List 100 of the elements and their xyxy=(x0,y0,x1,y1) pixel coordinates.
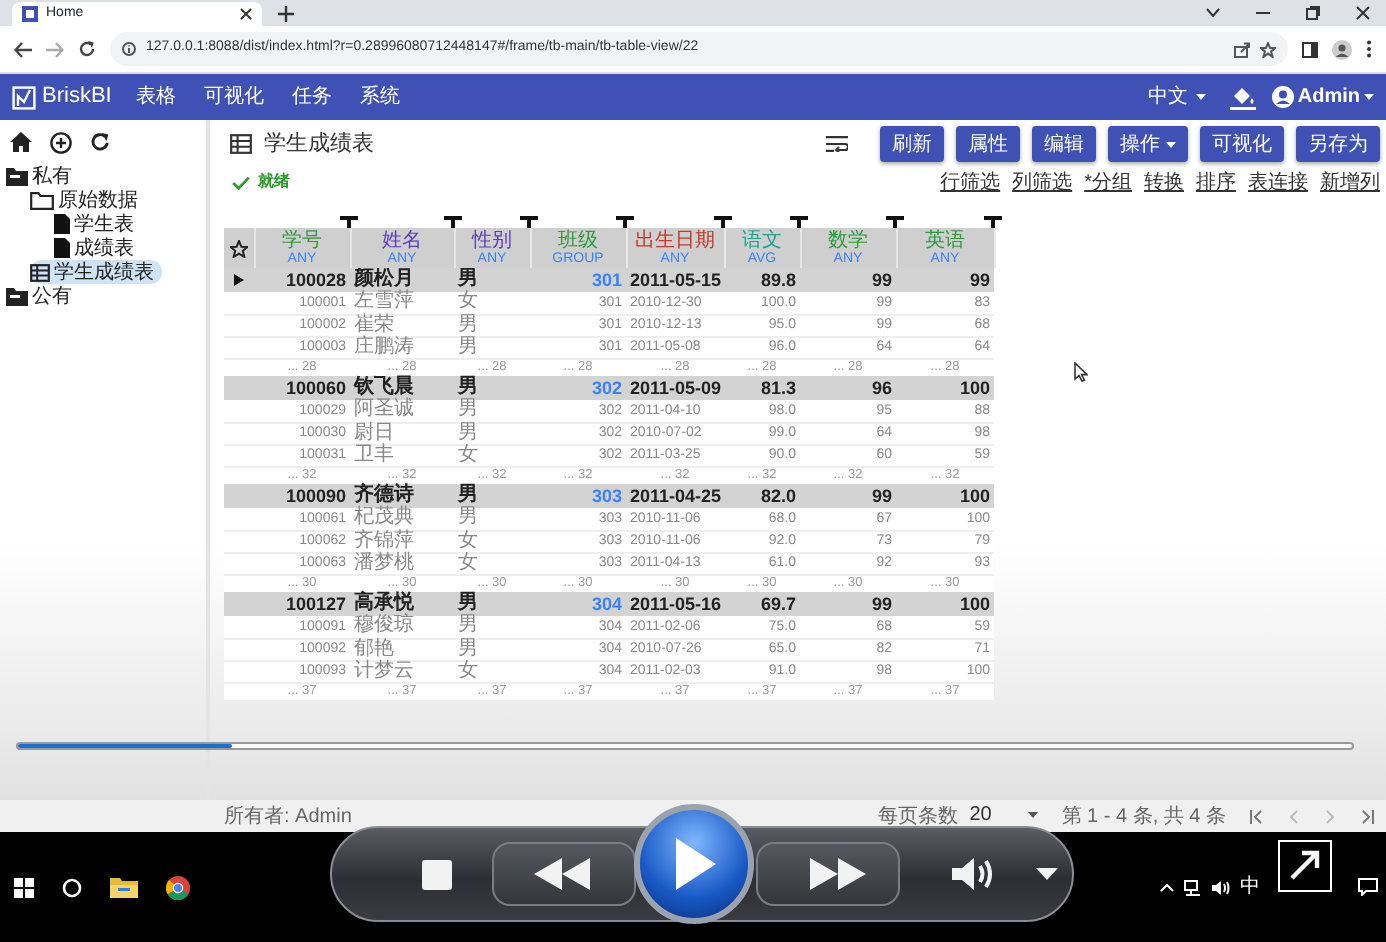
filter-icon[interactable] xyxy=(790,216,808,228)
info-icon xyxy=(122,42,136,56)
maximize-icon[interactable] xyxy=(1306,6,1320,20)
table-cell: 齐锦萍 xyxy=(350,530,454,552)
column-title: 英语 xyxy=(923,231,967,251)
reload-icon[interactable] xyxy=(78,40,96,58)
toolbar-link[interactable]: 列筛选 xyxy=(1012,167,1073,197)
share-icon[interactable] xyxy=(1234,41,1250,57)
folder-icon[interactable] xyxy=(110,876,138,898)
table-cell: 郁艳 xyxy=(350,638,454,660)
play-button[interactable] xyxy=(634,804,754,924)
volume-button[interactable] xyxy=(952,856,996,892)
toolbar-button[interactable]: 操作 xyxy=(1108,126,1188,162)
toolbar-button[interactable]: 另存为 xyxy=(1296,126,1380,162)
nav-link[interactable]: 系统 xyxy=(359,82,400,112)
toolbar-button[interactable]: 刷新 xyxy=(880,126,944,162)
rewind-button[interactable] xyxy=(492,842,636,906)
input-method-indicator[interactable]: 中 xyxy=(1240,872,1260,902)
windows-icon[interactable] xyxy=(14,877,34,897)
table-cell: 男 xyxy=(454,592,530,616)
table-cell: 2011-05-16 xyxy=(626,592,724,616)
language-dropdown[interactable]: 中文 xyxy=(1147,82,1206,112)
minimize-icon[interactable] xyxy=(1256,8,1270,18)
star-icon[interactable] xyxy=(1260,41,1276,57)
toolbar-button[interactable]: 编辑 xyxy=(1032,126,1096,162)
paint-bucket-icon[interactable] xyxy=(1229,84,1256,110)
user-menu[interactable]: Admin xyxy=(1271,82,1374,112)
filter-icon[interactable] xyxy=(886,216,904,228)
tree-item[interactable]: 学生成绩表 xyxy=(30,260,162,284)
table-icon xyxy=(30,263,50,281)
menu-icon[interactable] xyxy=(1366,40,1372,58)
stop-button[interactable] xyxy=(422,859,452,889)
table-cell: 男 xyxy=(454,336,530,358)
tree-item[interactable]: 学生表 xyxy=(54,212,142,236)
column-header[interactable] xyxy=(224,228,254,268)
filter-icon[interactable] xyxy=(520,216,538,228)
table-cell: 女 xyxy=(454,530,530,552)
nav-link[interactable]: 可视化 xyxy=(203,82,264,112)
nav-link[interactable]: 表格 xyxy=(135,82,176,112)
more-options-button[interactable] xyxy=(1036,868,1058,880)
tree-item[interactable]: 成绩表 xyxy=(54,236,142,260)
toolbar-link[interactable]: 排序 xyxy=(1196,167,1236,197)
tree-item[interactable]: 私有 xyxy=(6,164,80,188)
nav-link[interactable]: 任务 xyxy=(291,82,332,112)
wrap-text-icon[interactable] xyxy=(826,136,848,152)
chevron-down-icon[interactable] xyxy=(1206,8,1220,18)
user-icon xyxy=(1271,86,1294,108)
toolbar-button[interactable]: 可视化 xyxy=(1200,126,1284,162)
sidebar-icon[interactable] xyxy=(1302,41,1318,57)
fast-forward-button[interactable] xyxy=(756,842,900,906)
fast-forward-icon xyxy=(810,858,866,890)
filter-icon[interactable] xyxy=(984,216,1002,228)
expand-icon[interactable] xyxy=(1278,839,1332,891)
home-icon[interactable] xyxy=(10,132,32,152)
page-size-label: 每页条数 xyxy=(877,803,958,831)
row-pointer-icon xyxy=(234,274,244,286)
add-icon[interactable] xyxy=(50,131,72,153)
last-page-icon[interactable] xyxy=(1362,809,1374,823)
table-cell: 崔荣 xyxy=(350,314,454,336)
seek-bar[interactable] xyxy=(16,742,1354,750)
profile-icon[interactable] xyxy=(1332,39,1352,59)
owner-text: 所有者: Admin xyxy=(224,803,352,831)
filter-icon[interactable] xyxy=(340,216,358,228)
toolbar-link[interactable]: 新增列 xyxy=(1320,167,1380,197)
mouse-pointer-icon xyxy=(1074,362,1088,382)
network-icon[interactable] xyxy=(1184,879,1202,895)
close-icon[interactable] xyxy=(1356,6,1370,20)
new-tab-icon[interactable] xyxy=(278,6,294,22)
browser-icon[interactable] xyxy=(166,875,190,899)
volume-icon[interactable] xyxy=(1212,879,1230,895)
table-cell: 100127 xyxy=(254,592,350,616)
tree-item[interactable]: 原始数据 xyxy=(30,188,146,212)
toolbar-link[interactable]: 表连接 xyxy=(1248,167,1308,197)
table-cell: 100028 xyxy=(254,268,350,292)
table-cell: 男 xyxy=(454,638,530,660)
filter-icon[interactable] xyxy=(714,216,732,228)
table-cell: 女 xyxy=(454,552,530,574)
toolbar-button[interactable]: 属性 xyxy=(956,126,1020,162)
table-cell: 301 xyxy=(530,268,626,292)
table-cell: 302 xyxy=(530,376,626,400)
toolbar-link[interactable]: 行筛选 xyxy=(940,167,1001,197)
search-icon[interactable] xyxy=(62,877,82,897)
column-title: 学号 xyxy=(280,231,324,251)
toolbar-link[interactable]: 转换 xyxy=(1144,167,1184,197)
rewind-icon xyxy=(534,858,590,890)
first-page-icon[interactable] xyxy=(1250,809,1262,823)
table-cell: 89.8 xyxy=(724,268,800,292)
filter-icon[interactable] xyxy=(444,216,462,228)
tree-item[interactable]: 公有 xyxy=(6,284,80,308)
refresh-icon[interactable] xyxy=(90,132,110,152)
column-title: 数学 xyxy=(826,231,870,251)
chevron-up-icon[interactable] xyxy=(1160,883,1174,891)
close-icon[interactable] xyxy=(240,8,252,20)
back-icon[interactable] xyxy=(14,41,32,57)
filter-icon[interactable] xyxy=(616,216,634,228)
toolbar-link[interactable]: *分组 xyxy=(1084,167,1132,197)
table-cell: 100090 xyxy=(254,484,350,508)
check-icon xyxy=(232,175,250,189)
caret-icon xyxy=(1364,94,1374,100)
notification-icon[interactable] xyxy=(1358,878,1378,896)
